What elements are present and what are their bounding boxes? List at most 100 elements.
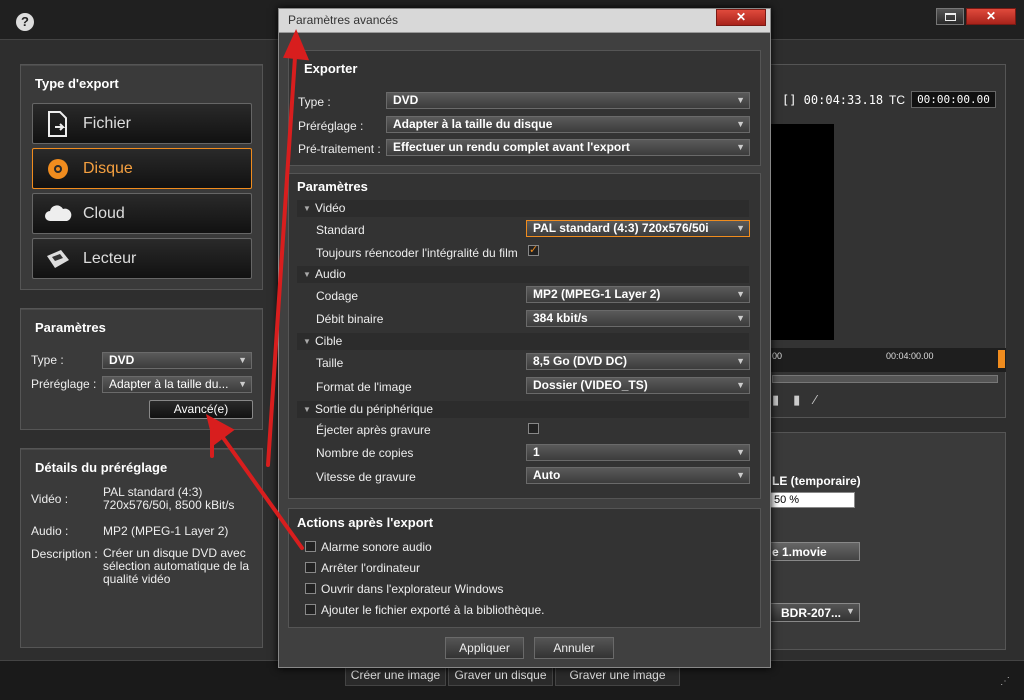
left-preset-select[interactable]: Adapter à la taille du... ▼ (102, 376, 252, 393)
action-1-checkbox[interactable] (305, 541, 316, 552)
cancel-button[interactable]: Annuler (534, 637, 614, 659)
file-export-icon (33, 110, 83, 137)
chevron-down-icon: ▼ (736, 119, 745, 129)
action-1-label: Alarme sonore audio (321, 540, 432, 554)
dlg-preset-select[interactable]: Adapter à la taille du disque ▼ (386, 116, 750, 133)
preset-details-title: Détails du préréglage (35, 460, 168, 475)
details-audio-label: Audio : (31, 524, 69, 538)
device-group-header[interactable]: ▼ Sortie du périphérique (297, 401, 749, 418)
eject-checkbox[interactable] (528, 423, 539, 434)
chevron-down-icon: ▼ (736, 447, 745, 457)
actions-section-title: Actions après l'export (297, 515, 434, 530)
duration-display: [] 00:04:33.18 (782, 93, 884, 107)
action-2-checkbox[interactable] (305, 562, 316, 573)
resize-grip-icon[interactable]: ⋰ (1000, 676, 1010, 687)
dialog-title: Paramètres avancés (288, 13, 399, 27)
copies-select[interactable]: 1 ▼ (526, 444, 750, 461)
device-group-label: Sortie du périphérique (315, 402, 434, 416)
action-4-checkbox[interactable] (305, 604, 316, 615)
size-label: Taille (316, 356, 344, 370)
export-device-button[interactable]: Lecteur (32, 238, 252, 279)
ruler-mark-label: 00:04:00.00 (886, 351, 934, 361)
action-3-label: Ouvrir dans l'explorateur Windows (321, 582, 504, 596)
audio-group-label: Audio (315, 267, 346, 281)
copies-value: 1 (533, 445, 540, 459)
size-value: 8,5 Go (DVD DC) (533, 354, 628, 368)
reencode-checkbox[interactable]: ✓ (528, 245, 539, 256)
left-params-title: Paramètres (35, 320, 106, 335)
chevron-down-icon: ▼ (736, 356, 745, 366)
chevron-down-icon: ▼ (736, 313, 745, 323)
codec-label: Codage (316, 289, 359, 303)
left-type-select[interactable]: DVD ▼ (102, 352, 252, 369)
dialog-close-button[interactable]: ✕ (716, 9, 766, 26)
main-close-button[interactable]: ✕ (966, 8, 1016, 25)
apply-button[interactable]: Appliquer (445, 637, 524, 659)
ruler-left-label: 00 (772, 351, 783, 361)
codec-select[interactable]: MP2 (MPEG-1 Layer 2) ▼ (526, 286, 750, 303)
dlg-preset-value: Adapter à la taille du disque (393, 117, 553, 131)
export-disc-label: Disque (83, 159, 133, 177)
reencode-label: Toujours réencoder l'intégralité du film (316, 246, 518, 260)
details-audio-value: MP2 (MPEG-1 Layer 2) (103, 524, 229, 538)
details-desc-label: Description : (31, 547, 98, 561)
speed-select[interactable]: Auto ▼ (526, 467, 750, 484)
tc-display: 00:00:00.00 (911, 91, 996, 108)
action-3-checkbox[interactable] (305, 583, 316, 594)
format-select[interactable]: Dossier (VIDEO_TS) ▼ (526, 377, 750, 394)
audio-group-header[interactable]: ▼ Audio (297, 266, 749, 283)
size-select[interactable]: 8,5 Go (DVD DC) ▼ (526, 353, 750, 370)
scrub-bar[interactable] (772, 375, 998, 383)
export-section-title: Exporter (304, 61, 358, 76)
chevron-down-icon: ▼ (736, 470, 745, 480)
export-type-panel: Type d'export Fichier Disque Cloud Lecte… (20, 64, 263, 290)
chevron-down-icon: ▼ (736, 289, 745, 299)
cloud-icon (33, 204, 83, 223)
left-type-value: DVD (109, 353, 135, 367)
video-group-label: Vidéo (315, 201, 346, 215)
progress-text: 50 % (774, 494, 800, 506)
chevron-down-icon: ▼ (736, 142, 745, 152)
eject-label: Éjecter après gravure (316, 423, 431, 437)
left-params-panel: Paramètres Type : DVD ▼ Préréglage : Adap… (20, 308, 263, 430)
chevron-down-icon: ▼ (736, 95, 745, 105)
drive-text: BDR-207... (781, 606, 842, 620)
export-disc-button[interactable]: Disque (32, 148, 252, 189)
dlg-pretreat-select[interactable]: Effectuer un rendu complet avant l'expor… (386, 139, 750, 156)
dlg-preset-label: Préréglage : (298, 119, 364, 133)
export-cloud-label: Cloud (83, 204, 125, 222)
dlg-type-value: DVD (393, 93, 419, 107)
details-video-label: Vidéo : (31, 492, 69, 506)
help-icon[interactable]: ? (16, 13, 34, 31)
export-cloud-button[interactable]: Cloud (32, 193, 252, 234)
bitrate-select[interactable]: 384 kbit/s ▼ (526, 310, 750, 327)
left-preset-value: Adapter à la taille du... (109, 377, 229, 391)
chevron-down-icon: ▼ (736, 380, 745, 390)
temp-label: LE (temporaire) (772, 474, 861, 488)
advanced-button[interactable]: Avancé(e) (149, 400, 253, 419)
export-file-button[interactable]: Fichier (32, 103, 252, 144)
chevron-down-icon: ▼ (238, 355, 247, 365)
target-group-header[interactable]: ▼ Cible (297, 333, 749, 350)
details-desc-value: Créer un disque DVD avec sélection autom… (103, 546, 250, 586)
action-2-label: Arrêter l'ordinateur (321, 561, 420, 575)
action-4-label: Ajouter le fichier exporté à la biblioth… (321, 603, 545, 617)
bitrate-value: 384 kbit/s (533, 311, 588, 325)
left-preset-label: Préréglage : (31, 377, 97, 391)
maximize-button[interactable] (936, 8, 964, 25)
export-file-label: Fichier (83, 114, 132, 132)
chevron-down-icon: ▼ (736, 223, 745, 233)
details-video-value: PAL standard (4:3) 720x576/50i, 8500 kBi… (103, 485, 235, 512)
format-label: Format de l'image (316, 380, 412, 394)
target-group-label: Cible (315, 334, 343, 348)
disc-icon (33, 157, 83, 181)
dlg-type-select[interactable]: DVD ▼ (386, 92, 750, 109)
device-icon (33, 248, 83, 270)
collapse-triangle-icon: ▼ (303, 405, 311, 414)
video-group-header[interactable]: ▼ Vidéo (297, 200, 749, 217)
collapse-triangle-icon: ▼ (303, 204, 311, 213)
standard-label: Standard (316, 223, 365, 237)
standard-select[interactable]: PAL standard (4:3) 720x576/50i ▼ (526, 220, 750, 237)
playhead-marker[interactable] (998, 350, 1005, 368)
video-preview (770, 124, 834, 340)
